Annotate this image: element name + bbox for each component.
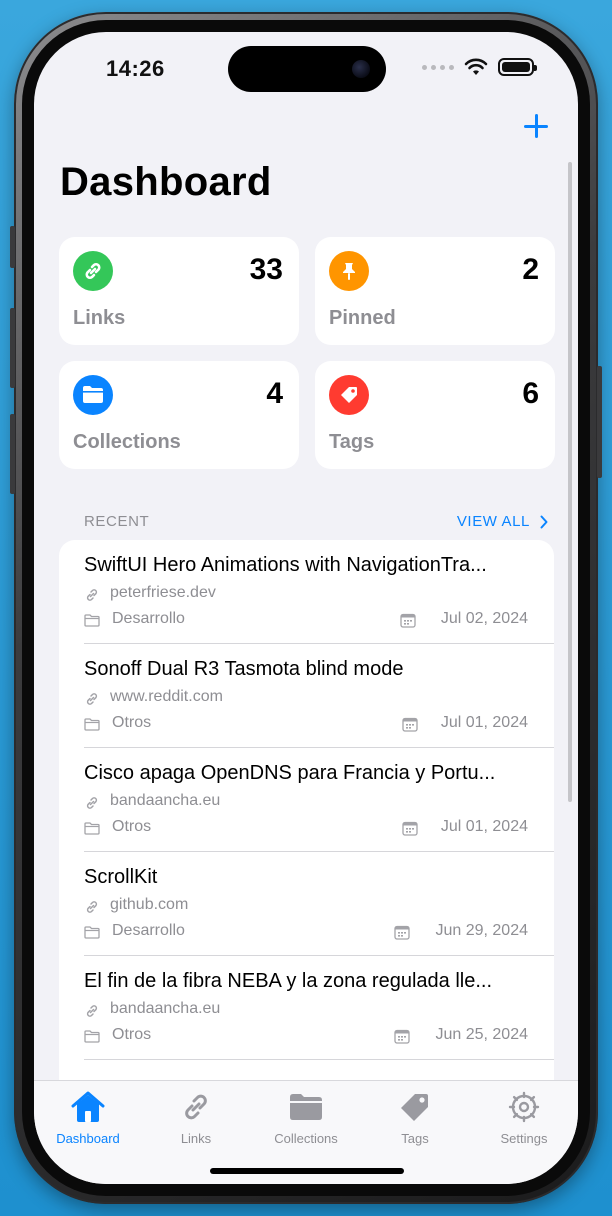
home-indicator: [210, 1168, 404, 1174]
link-icon: [86, 693, 98, 705]
pin-icon: [329, 251, 369, 291]
stat-label: Collections: [73, 431, 181, 453]
link-date: Jun 29, 2024: [435, 922, 528, 939]
link-title: SwiftUI Hero Animations with NavigationT…: [84, 554, 487, 576]
scroll-indicator: [568, 162, 572, 802]
link-icon: [86, 901, 98, 913]
list-item[interactable]: Cisco apaga OpenDNS para Francia y Portu…: [59, 748, 554, 852]
tab-label: Dashboard: [56, 1131, 120, 1146]
tab-settings[interactable]: Settings: [470, 1087, 578, 1146]
stat-count: 6: [522, 377, 539, 410]
tab-label: Collections: [274, 1131, 338, 1146]
link-icon: [73, 251, 113, 291]
tab-label: Links: [180, 1131, 212, 1146]
add-button[interactable]: [522, 112, 550, 140]
chevron-right-icon: [540, 515, 548, 528]
link-domain: peterfriese.dev: [110, 584, 216, 601]
volume-down-button: [10, 414, 15, 494]
wifi-icon: [464, 58, 488, 75]
link-domain: github.com: [110, 896, 189, 913]
stat-count: 4: [266, 377, 283, 410]
stat-count: 2: [522, 253, 539, 286]
link-collection: Otros: [112, 714, 152, 731]
link-domain: bandaancha.eu: [110, 1000, 221, 1017]
stat-count: 33: [249, 253, 283, 286]
list-item[interactable]: Sonoff Dual R3 Tasmota blind mode www.re…: [59, 644, 554, 748]
action-button: [10, 226, 15, 268]
list-item[interactable]: ScrollKit github.com Desarrollo Jun 29, …: [59, 852, 554, 956]
tab-dashboard[interactable]: Dashboard: [34, 1087, 142, 1146]
stat-card-pinned[interactable]: 2 Pinned: [315, 237, 555, 345]
battery-icon: [498, 58, 537, 76]
stat-label: Pinned: [329, 307, 396, 329]
link-icon: [86, 797, 98, 809]
link-title: El fin de la fibra NEBA y la zona regula…: [84, 970, 493, 992]
cellular-signal-icon: [422, 64, 454, 70]
tag-icon: [329, 375, 369, 415]
link-date: Jul 01, 2024: [440, 714, 528, 731]
link-title: Cisco apaga OpenDNS para Francia y Portu…: [84, 762, 496, 784]
stat-card-links[interactable]: 33 Links: [59, 237, 299, 345]
stat-label: Tags: [329, 431, 375, 453]
folder-icon: [84, 822, 100, 835]
link-date: Jun 25, 2024: [435, 1026, 528, 1043]
status-time: 14:26: [106, 56, 165, 81]
tab-links[interactable]: Links: [142, 1087, 250, 1146]
camera-icon: [352, 60, 370, 78]
link-collection: Desarrollo: [112, 922, 185, 939]
calendar-icon: [394, 925, 410, 940]
link-collection: Otros: [112, 1026, 152, 1043]
stat-label: Links: [73, 307, 126, 329]
tab-label: Tags: [401, 1131, 429, 1146]
row-divider: [84, 1059, 554, 1060]
folder-icon: [84, 718, 100, 731]
calendar-icon: [400, 613, 416, 628]
list-item[interactable]: El fin de la fibra NEBA y la zona regula…: [59, 956, 554, 1060]
list-item[interactable]: SwiftUI Hero Animations with NavigationT…: [59, 540, 554, 644]
gear-icon: [470, 1087, 578, 1127]
link-date: Jul 02, 2024: [440, 610, 528, 627]
link-domain: bandaancha.eu: [110, 792, 221, 809]
calendar-icon: [394, 1029, 410, 1044]
link-date: Jul 01, 2024: [440, 818, 528, 835]
house-icon: [34, 1087, 142, 1127]
folder-icon: [73, 375, 113, 415]
folder-icon: [84, 614, 100, 627]
link-title: Sonoff Dual R3 Tasmota blind mode: [84, 658, 404, 680]
link-title: ScrollKit: [84, 866, 158, 888]
link-icon: [86, 1005, 98, 1017]
calendar-icon: [402, 717, 418, 732]
app-screen: 14:26 Dashboard 33 Links 2 Pinned 4 Coll…: [34, 32, 578, 1184]
link-collection: Desarrollo: [112, 610, 185, 627]
power-button: [597, 366, 602, 478]
folder-icon: [84, 926, 100, 939]
tab-label: Settings: [500, 1131, 548, 1146]
status-indicators: [422, 58, 537, 76]
view-all-label: VIEW ALL: [456, 513, 530, 530]
folder-icon: [84, 1030, 100, 1043]
tab-bar: Dashboard Links Collections Tags Setting…: [34, 1080, 578, 1184]
view-all-button[interactable]: VIEW ALL: [457, 513, 548, 530]
stat-card-tags[interactable]: 6 Tags: [315, 361, 555, 469]
link-icon: [142, 1087, 250, 1127]
dynamic-island: [228, 46, 386, 92]
calendar-icon: [402, 821, 418, 836]
tag-icon: [361, 1087, 469, 1127]
link-collection: Otros: [112, 818, 152, 835]
recent-links-list: SwiftUI Hero Animations with NavigationT…: [59, 540, 554, 1140]
folder-icon: [252, 1087, 360, 1127]
link-domain: www.reddit.com: [110, 688, 223, 705]
volume-up-button: [10, 308, 15, 388]
tab-collections[interactable]: Collections: [252, 1087, 360, 1146]
link-icon: [86, 589, 98, 601]
tab-tags[interactable]: Tags: [361, 1087, 469, 1146]
page-title: Dashboard: [60, 160, 272, 204]
stat-card-collections[interactable]: 4 Collections: [59, 361, 299, 469]
recent-section-header: RECENT: [84, 513, 150, 530]
